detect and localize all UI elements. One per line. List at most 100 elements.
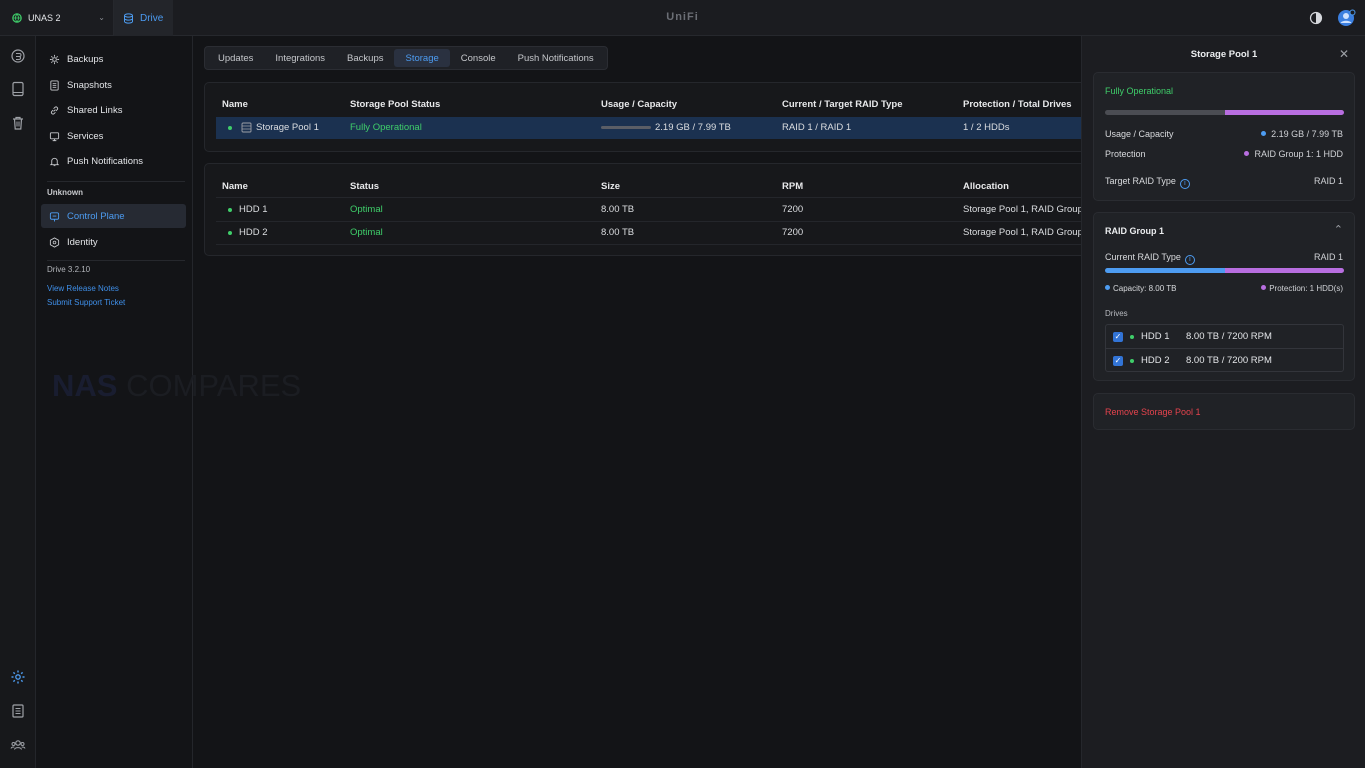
sidebar-item-label: Identity	[67, 236, 98, 248]
brand-logo: UniFi	[666, 11, 699, 23]
sidebar-item-services[interactable]: Services	[41, 124, 186, 148]
target-raid-value: RAID 1	[1313, 176, 1343, 186]
control-plane-icon	[49, 211, 60, 222]
column-header: Size	[601, 181, 621, 192]
storage-pools-table: Name Storage Pool Status Usage / Capacit…	[204, 82, 1104, 152]
watermark-part-2: COMPARES	[126, 368, 302, 403]
info-icon[interactable]: i	[1179, 179, 1190, 189]
app-tab-drive[interactable]: Drive	[114, 0, 173, 36]
tablet-icon[interactable]	[10, 81, 26, 97]
drive-name[interactable]: HDD 2	[239, 227, 268, 238]
trash-icon[interactable]	[10, 115, 26, 131]
protection-label: Protection	[1105, 149, 1146, 159]
sidebar-divider	[47, 181, 185, 182]
chevron-down-icon: ⌄	[98, 13, 105, 22]
snapshot-icon	[50, 79, 59, 91]
sidebar-item-shared-links[interactable]: Shared Links	[41, 98, 186, 122]
target-raid-label: Target RAID Type i	[1105, 176, 1190, 189]
tab-backups[interactable]: Backups	[336, 49, 394, 67]
sidebar-item-push-notifications[interactable]: Push Notifications	[41, 149, 186, 173]
tab-storage[interactable]: Storage	[394, 49, 450, 67]
logs-icon[interactable]	[10, 703, 26, 719]
protection-dot	[1261, 285, 1267, 290]
pool-status: Fully Operational	[350, 122, 422, 133]
sidebar-item-label: Snapshots	[67, 79, 112, 91]
drive-rpm: 7200	[782, 227, 804, 238]
remove-pool-button[interactable]: Remove Storage Pool 1	[1105, 407, 1201, 417]
drives-table: Name Status Size RPM Allocation HDD 1 Op…	[204, 163, 1104, 256]
column-header: Usage / Capacity	[601, 99, 678, 110]
drives-label: Drives	[1105, 309, 1128, 318]
sidebar-section-header: Unknown	[47, 188, 83, 197]
tab-console[interactable]: Console	[450, 49, 507, 67]
sidebar-item-identity[interactable]: Identity	[41, 230, 186, 254]
services-icon	[49, 131, 60, 141]
drive-name[interactable]: HDD 1	[239, 204, 268, 215]
raid-group-title: RAID Group 1	[1105, 226, 1165, 236]
drive-list-item[interactable]: ✓ HDD 2 8.00 TB / 7200 RPM	[1106, 349, 1343, 372]
pool-name: Storage Pool 1	[256, 122, 319, 133]
settings-gear-icon[interactable]	[10, 669, 26, 685]
drive-status: Optimal	[350, 204, 383, 215]
raid-group-bar	[1105, 268, 1344, 273]
support-ticket-link[interactable]: Submit Support Ticket	[47, 298, 125, 307]
sidebar-divider	[47, 260, 185, 261]
pool-protection: 1 / 2 HDDs	[963, 122, 1010, 133]
storage-pool-icon	[241, 122, 252, 133]
avatar-icon[interactable]	[1337, 8, 1357, 28]
dashboard-icon[interactable]	[10, 48, 26, 64]
checkbox-checked-icon[interactable]: ✓	[1113, 355, 1123, 366]
close-icon[interactable]: ✕	[1339, 47, 1349, 61]
sidebar-item-control-plane[interactable]: Control Plane	[41, 204, 186, 228]
column-header: Status	[350, 181, 380, 192]
drive-name: HDD 2	[1141, 355, 1170, 366]
protection-segment	[1224, 110, 1344, 115]
capacity-dot	[1261, 131, 1267, 136]
pool-usage: 2.19 GB / 7.99 TB	[655, 122, 731, 133]
backup-icon	[49, 54, 60, 64]
link-icon	[50, 105, 59, 115]
sidebar-item-snapshots[interactable]: Snapshots	[41, 73, 186, 97]
top-bar: UNAS 2 ⌄ Drive UniFi	[0, 0, 1365, 36]
theme-toggle-icon[interactable]	[1308, 10, 1324, 26]
info-icon[interactable]: i	[1184, 255, 1195, 265]
usage-label: Usage / Capacity	[1105, 129, 1174, 139]
status-dot	[1130, 334, 1134, 339]
tab-integrations[interactable]: Integrations	[264, 49, 336, 67]
drive-allocation: Storage Pool 1, RAID Group	[963, 204, 1083, 215]
pool-raid: RAID 1 / RAID 1	[782, 122, 852, 133]
drawer-title: Storage Pool 1	[1190, 49, 1258, 60]
protection-value: RAID Group 1: 1 HDD	[1244, 149, 1343, 159]
console-selector[interactable]: UNAS 2 ⌄	[0, 0, 114, 36]
tab-push-notifications[interactable]: Push Notifications	[507, 49, 605, 67]
watermark: NAS COMPARES	[52, 368, 301, 404]
drive-status: Optimal	[350, 227, 383, 238]
sidebar-item-backups[interactable]: Backups	[41, 47, 186, 71]
watermark-part-1: NAS	[52, 368, 118, 403]
tab-updates[interactable]: Updates	[207, 49, 264, 67]
drive-list-item[interactable]: ✓ HDD 1 8.00 TB / 7200 RPM	[1106, 325, 1343, 348]
identity-icon	[49, 236, 60, 248]
row-divider	[216, 244, 1096, 245]
status-dot	[228, 126, 232, 130]
column-header: Name	[222, 99, 248, 110]
status-dot	[228, 231, 232, 235]
column-header: Protection / Total Drives	[963, 99, 1072, 110]
drive-rpm: 7200	[782, 204, 804, 215]
capacity-dot	[1105, 285, 1110, 290]
sidebar-item-label: Backups	[67, 53, 104, 65]
protection-legend-text: Protection: 1 HDD(s)	[1269, 284, 1343, 293]
usage-value-text: 2.19 GB / 7.99 TB	[1271, 129, 1343, 139]
drive-allocation: Storage Pool 1, RAID Group	[963, 227, 1083, 238]
drive-size: 8.00 TB	[601, 227, 635, 238]
checkbox-checked-icon[interactable]: ✓	[1113, 331, 1123, 342]
release-notes-link[interactable]: View Release Notes	[47, 284, 119, 293]
database-icon	[124, 12, 133, 24]
chevron-up-icon[interactable]: ⌃	[1334, 223, 1343, 236]
sidebar-item-label: Shared Links	[67, 104, 123, 116]
raid-group-card: RAID Group 1 ⌃ Current RAID Type i RAID 1…	[1093, 212, 1355, 381]
usage-bar	[601, 126, 651, 129]
row-divider	[216, 221, 1096, 222]
users-icon[interactable]	[10, 737, 26, 753]
sidebar-item-label: Services	[67, 130, 104, 142]
